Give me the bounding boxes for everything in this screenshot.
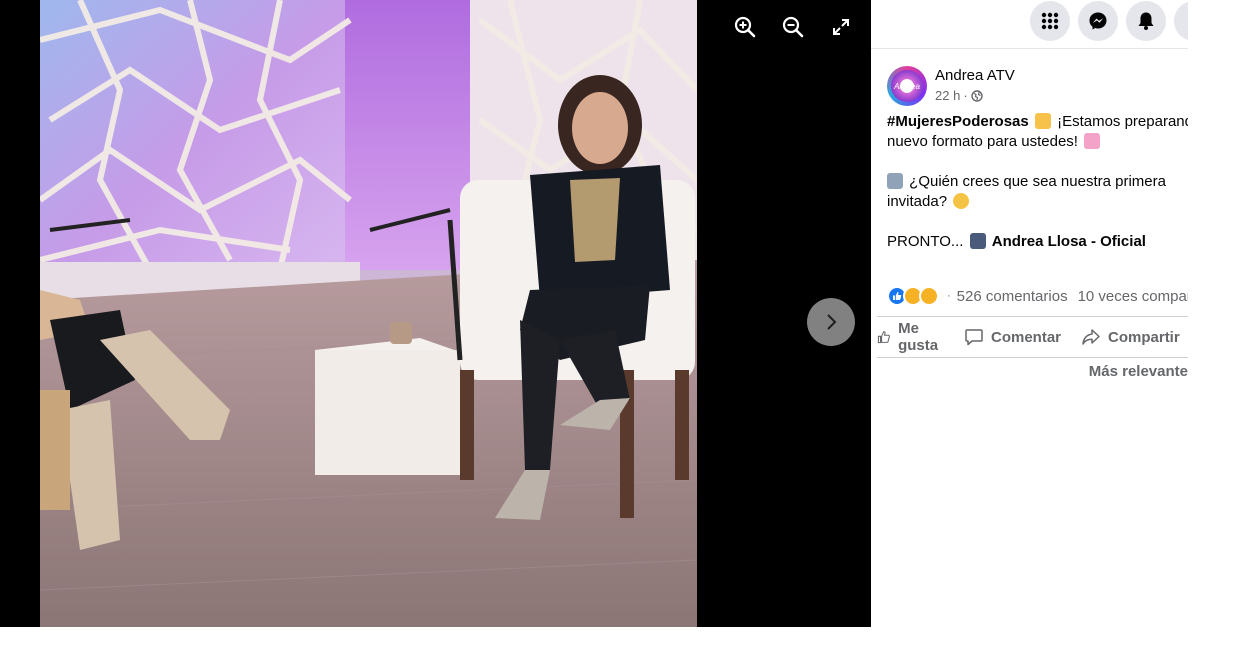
comment-sort-dropdown[interactable]: Más relevante (1089, 363, 1188, 380)
next-photo-button[interactable] (807, 298, 855, 346)
zoom-out-icon (782, 16, 804, 38)
studio-interview-image (40, 0, 697, 627)
page-margin (1188, 0, 1241, 645)
thinking-face-emoji (953, 193, 970, 209)
top-bar (871, 0, 1188, 49)
comment-label: Comentar (991, 328, 1062, 346)
account-button[interactable] (1174, 1, 1188, 41)
post-actions: Me gusta Comentar Compartir (877, 316, 1188, 358)
share-icon (1082, 329, 1100, 345)
wow-reaction-icon[interactable] (919, 286, 939, 306)
grid-menu-icon (1041, 12, 1059, 30)
post-text-3: ¿Quién crees que sea nuestra primera (909, 173, 1166, 190)
notifications-button[interactable] (1126, 1, 1166, 41)
avatar[interactable]: Andrea (887, 66, 927, 106)
party-popper-emoji (1034, 113, 1051, 129)
zoom-in-icon (734, 16, 756, 38)
menu-button[interactable] (1030, 1, 1070, 41)
globe-icon (970, 89, 983, 102)
post-photo (40, 0, 697, 627)
like-button[interactable]: Me gusta (877, 320, 944, 354)
zoom-in-button[interactable] (729, 11, 761, 43)
share-button[interactable]: Compartir (1081, 327, 1180, 347)
post-text-line-4: invitada? (887, 192, 1188, 212)
post-time[interactable]: 22 h (935, 88, 960, 103)
zoom-out-button[interactable] (777, 11, 809, 43)
comment-button[interactable]: Comentar (964, 327, 1061, 347)
share-label: Compartir (1108, 328, 1180, 346)
meta-separator: · (963, 88, 968, 103)
author-name[interactable]: Andrea ATV (935, 67, 1015, 84)
comment-icon (965, 329, 983, 346)
post-text-1: ¡Estamos preparando (1057, 113, 1188, 130)
post-text-line-3: ¿Quién crees que sea nuestra primera (887, 172, 1188, 192)
post-text-4: invitada? (887, 193, 948, 210)
avatar-logo-text: Andrea (894, 81, 920, 91)
post-text-2: nuevo formato para ustedes! (887, 133, 1078, 150)
post-header: Andrea Andrea ATV 22 h · (887, 64, 1187, 110)
reaction-separator: · (947, 290, 951, 302)
female-sign-emoji (1084, 133, 1101, 149)
shares-count[interactable]: 10 veces compar (1078, 288, 1188, 305)
play-button-emoji (887, 173, 903, 189)
avatar-logo: Andrea (891, 70, 923, 102)
messenger-icon (1089, 12, 1107, 30)
thumbs-up-mini-icon (893, 292, 902, 300)
mention-link[interactable]: Andrea Llosa - Oficial (992, 233, 1146, 250)
hashtag-link[interactable]: #MujeresPoderosas (887, 113, 1029, 130)
fullscreen-button[interactable] (825, 11, 857, 43)
post-text-line-1: #MujeresPoderosas ¡Estamos preparando (887, 112, 1188, 132)
like-label: Me gusta (898, 320, 939, 354)
fullscreen-icon (833, 19, 849, 35)
mobile-phone-emoji (969, 233, 986, 249)
chevron-right-icon (827, 314, 837, 330)
comments-count[interactable]: 526 comentarios (957, 288, 1068, 305)
thumbs-up-icon (877, 331, 890, 344)
post-text-line-2: nuevo formato para ustedes! (887, 132, 1188, 152)
messenger-button[interactable] (1078, 1, 1118, 41)
post-meta: 22 h · (935, 88, 983, 103)
post-text-line-5: PRONTO... Andrea Llosa - Oficial (887, 232, 1188, 252)
reaction-bar: · 526 comentarios 10 veces compar (887, 284, 1188, 308)
post-panel: Andrea Andrea ATV 22 h · #MujeresPoderos… (871, 0, 1188, 645)
photo-viewer (0, 0, 871, 627)
bell-icon (1138, 12, 1154, 30)
post-text-5: PRONTO... (887, 233, 964, 250)
